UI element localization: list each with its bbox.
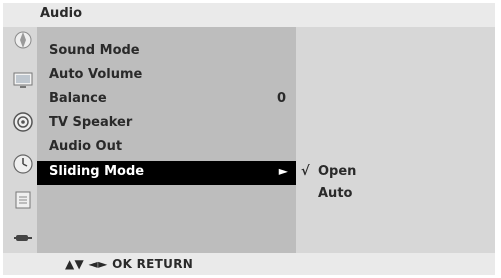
picture-settings-icon[interactable] — [12, 29, 34, 51]
menu-item-auto-volume[interactable]: Auto Volume — [37, 64, 296, 88]
submenu-arrow-icon: ► — [278, 164, 288, 178]
navigation-hint: ▲▼ ◄► OK RETURN — [65, 257, 194, 271]
title-bar: Audio — [3, 3, 495, 27]
menu-item-balance[interactable]: Balance 0 — [37, 88, 296, 112]
input-icon[interactable] — [12, 227, 34, 249]
menu-item-label: Balance — [49, 91, 107, 106]
menu-item-sound-mode[interactable]: Sound Mode — [37, 40, 296, 64]
menu-item-label: Audio Out — [49, 139, 123, 154]
category-icon-column — [3, 27, 37, 253]
menu-item-audio-out[interactable]: Audio Out — [37, 136, 296, 160]
screen-icon[interactable] — [12, 69, 34, 91]
audio-icon[interactable] — [12, 111, 34, 133]
option-icon[interactable] — [12, 189, 34, 211]
menu-item-sliding-mode[interactable]: Sliding Mode ► — [37, 161, 296, 185]
checkmark-icon: √ — [301, 164, 310, 179]
option-open[interactable]: Open — [318, 164, 356, 179]
menu-item-label: TV Speaker — [49, 115, 133, 130]
navigation-footer: ▲▼ ◄► OK RETURN — [3, 253, 495, 275]
menu-item-tv-speaker[interactable]: TV Speaker — [37, 112, 296, 136]
page-title: Audio — [40, 6, 83, 21]
balance-value: 0 — [276, 91, 286, 106]
menu-item-label: Sound Mode — [49, 43, 140, 58]
menu-item-label: Sliding Mode — [49, 164, 145, 179]
option-auto[interactable]: Auto — [318, 186, 352, 201]
sliding-mode-submenu: √ Open Auto — [296, 27, 495, 253]
menu-item-label: Auto Volume — [49, 67, 143, 82]
time-icon[interactable] — [12, 153, 34, 175]
osd-window: Audio Sound Mode Auto Volume Balance 0 T… — [0, 0, 501, 278]
